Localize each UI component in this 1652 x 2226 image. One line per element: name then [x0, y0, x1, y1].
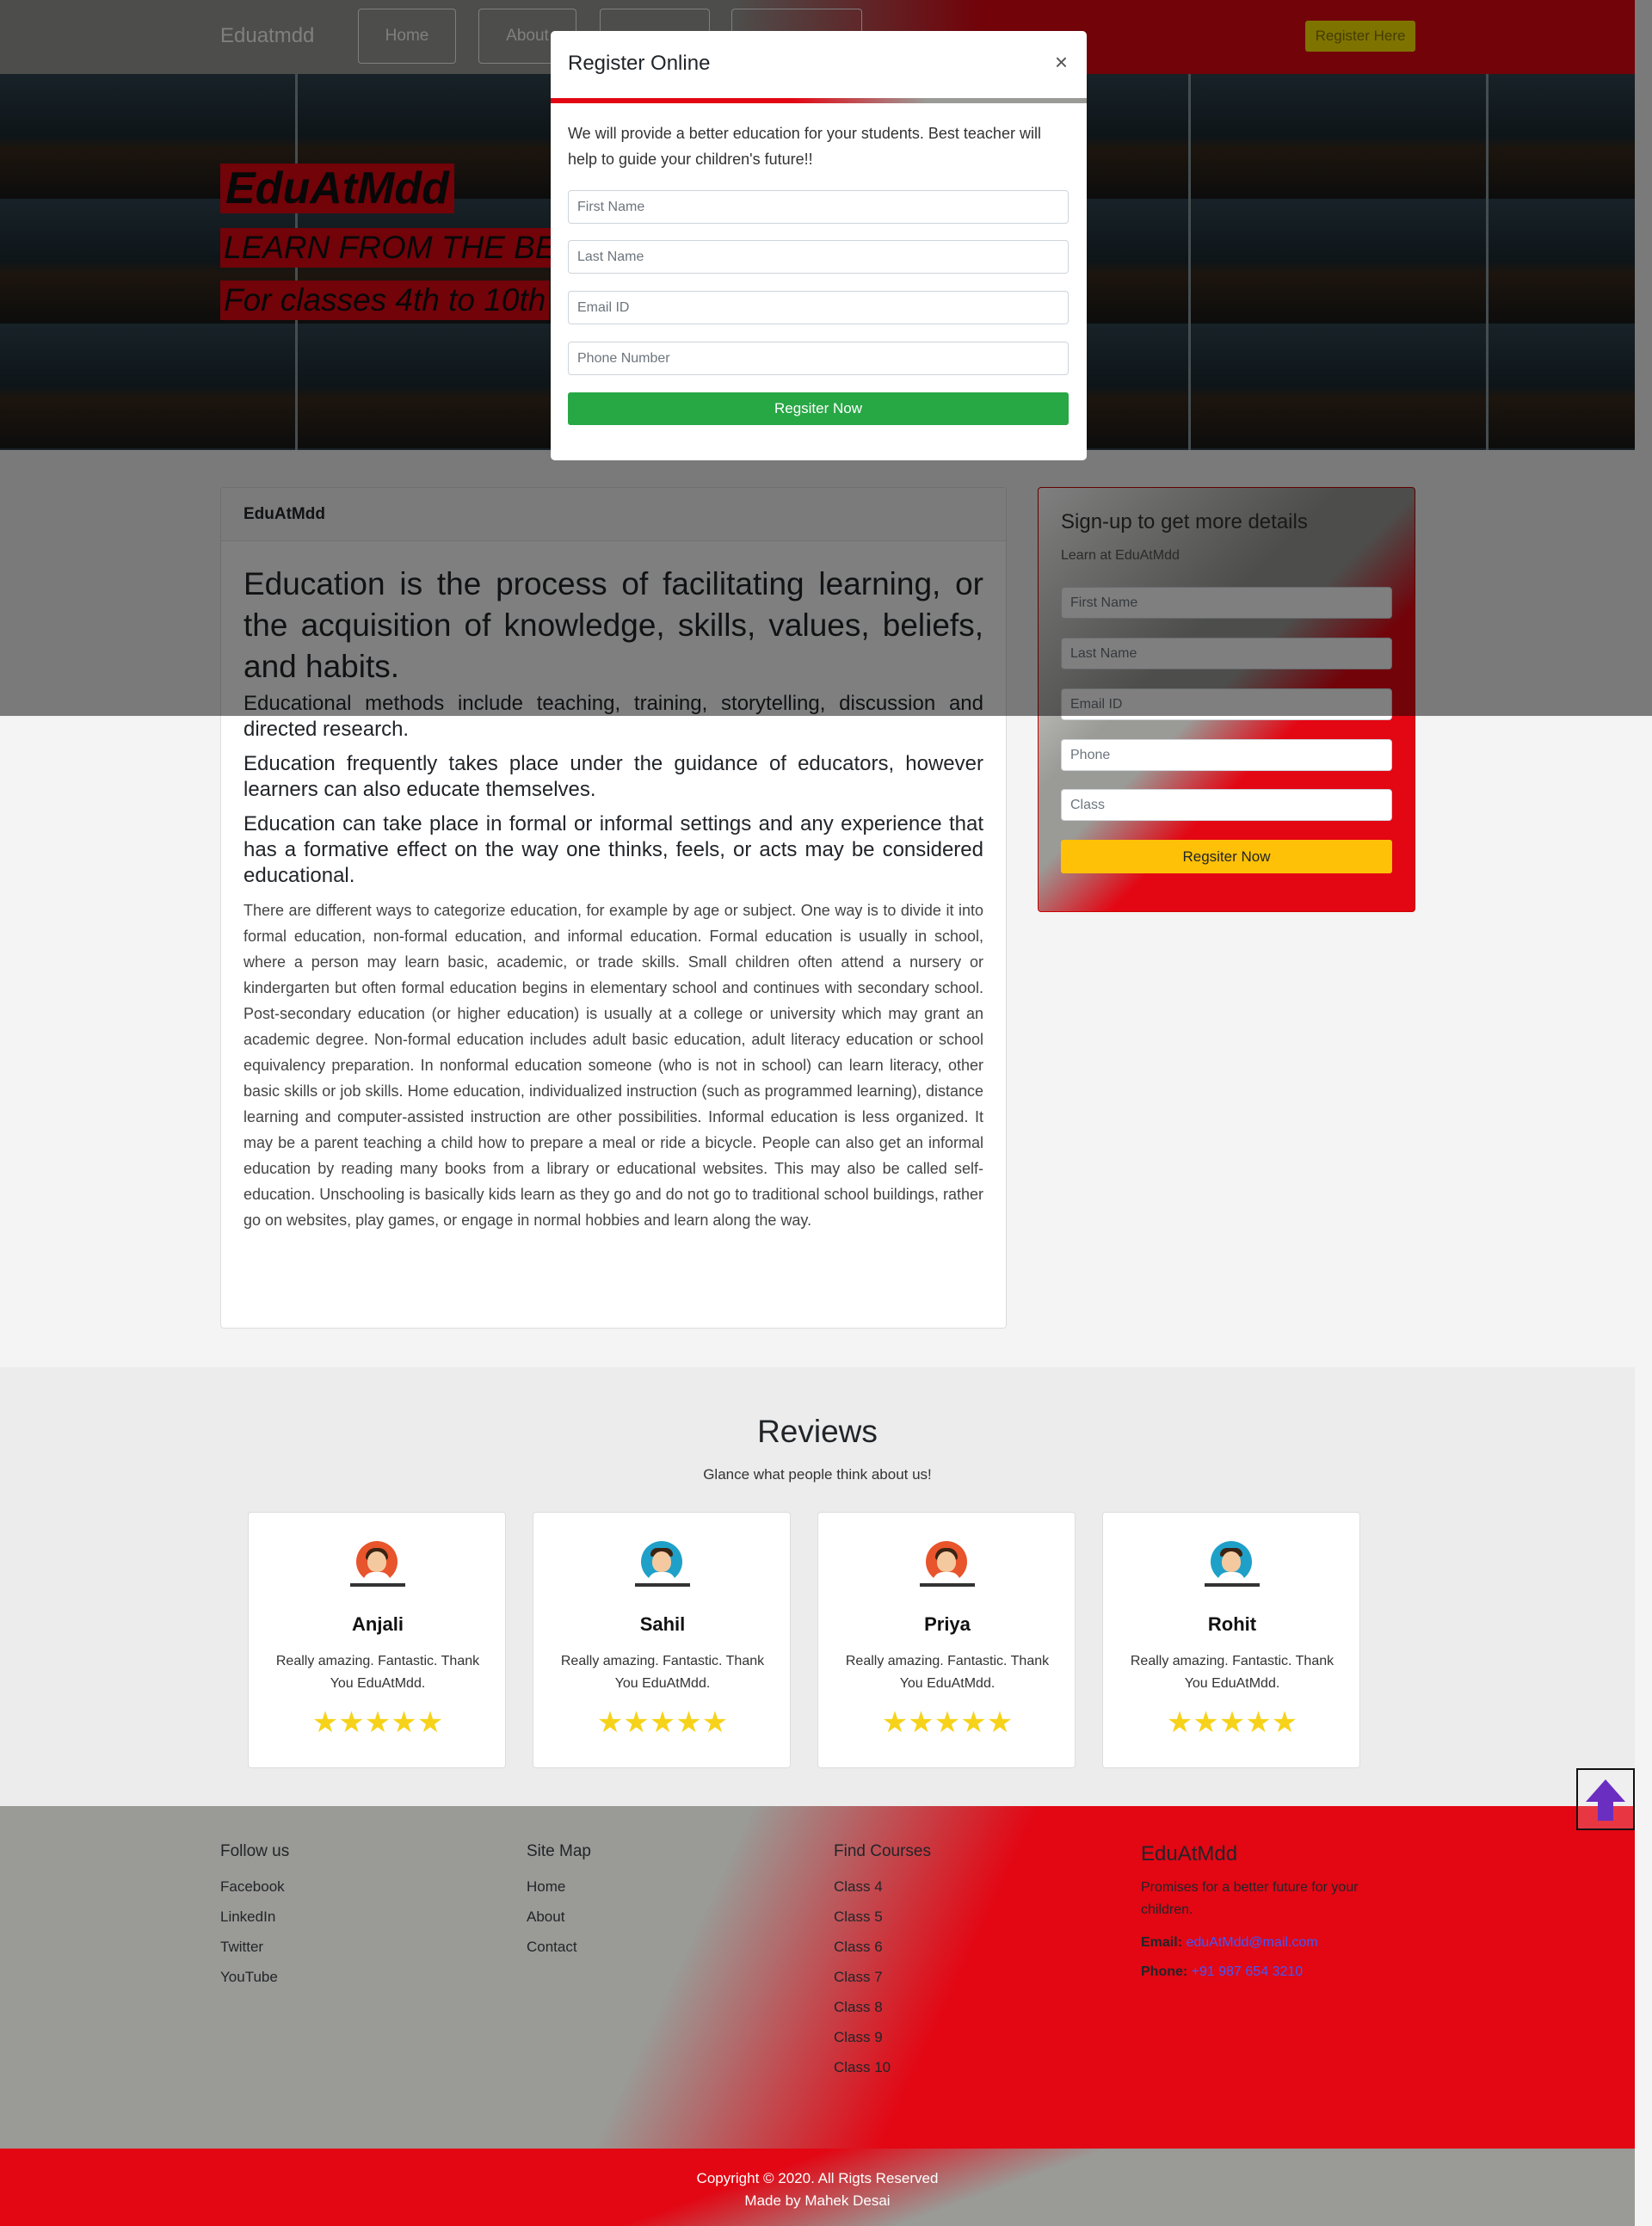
article-sub-3: Education can take place in formal or in…	[243, 812, 983, 887]
avatar-divider	[1205, 1583, 1260, 1587]
reviews-subtitle: Glance what people think about us!	[703, 1466, 932, 1483]
signup-register-button[interactable]: Regsiter Now	[1061, 840, 1392, 873]
footer-sitemap-title: Site Map	[527, 1842, 591, 1860]
reviewer-name: Priya	[924, 1613, 971, 1635]
footer-link-class-8[interactable]: Class 8	[834, 1992, 931, 2022]
footer-link-class-6[interactable]: Class 6	[834, 1932, 931, 1962]
footer-link-twitter[interactable]: Twitter	[220, 1932, 289, 1962]
star-rating-icon: ★★★★★	[881, 1706, 1014, 1739]
modal-divider	[551, 98, 1087, 103]
footer-link-class-5[interactable]: Class 5	[834, 1902, 931, 1932]
footer-phone-label: Phone:	[1141, 1964, 1188, 1979]
footer-phone-link[interactable]: +91 987 654 3210	[1192, 1964, 1303, 1979]
footer-link-class-10[interactable]: Class 10	[834, 2052, 931, 2082]
footer-brand: EduAtMdd	[1141, 1842, 1238, 1865]
review-text: Really amazing. Fantastic. Thank You Edu…	[1130, 1654, 1335, 1691]
review-text: Really amazing. Fantastic. Thank You Edu…	[845, 1654, 1050, 1691]
signup-phone-input[interactable]: Phone	[1061, 739, 1392, 771]
footer-email: Email: eduAtMdd@mail.com	[1141, 1935, 1399, 1951]
footer-courses-column: Find Courses Class 4 Class 5 Class 6 Cla…	[834, 1842, 931, 2082]
footer-link-class-4[interactable]: Class 4	[834, 1871, 931, 1902]
article-sub-2: Education frequently takes place under t…	[243, 752, 983, 801]
avatar-divider	[350, 1583, 405, 1587]
modal-register-button[interactable]: Regsiter Now	[568, 392, 1069, 425]
copyright-line: Copyright © 2020. All Rigts Reserved	[696, 2170, 939, 2186]
footer-link-home[interactable]: Home	[527, 1871, 591, 1902]
footer-phone: Phone: +91 987 654 3210	[1141, 1964, 1399, 1980]
modal-email-input[interactable]: Email ID	[568, 291, 1069, 324]
modal-title: Register Online	[568, 52, 711, 75]
review-text: Really amazing. Fantastic. Thank You Edu…	[275, 1654, 480, 1691]
footer-link-youtube[interactable]: YouTube	[220, 1962, 289, 1992]
footer-email-link[interactable]: eduAtMdd@mail.com	[1186, 1935, 1317, 1950]
footer-link-linkedin[interactable]: LinkedIn	[220, 1902, 289, 1932]
star-rating-icon: ★★★★★	[311, 1706, 444, 1739]
footer-link-class-9[interactable]: Class 9	[834, 2022, 931, 2052]
footer-sitemap-column: Site Map Home About Contact	[527, 1842, 591, 1962]
avatar-divider	[635, 1583, 690, 1587]
modal-first-name-input[interactable]: First Name	[568, 190, 1069, 224]
star-rating-icon: ★★★★★	[1166, 1706, 1298, 1739]
review-text: Really amazing. Fantastic. Thank You Edu…	[560, 1654, 765, 1691]
footer-follow-column: Follow us Facebook LinkedIn Twitter YouT…	[220, 1842, 289, 1992]
reviewer-name: Anjali	[352, 1613, 404, 1635]
footer-link-class-7[interactable]: Class 7	[834, 1962, 931, 1992]
modal-header: Register Online ×	[551, 31, 1087, 102]
footer-courses-title: Find Courses	[834, 1842, 931, 1860]
male-avatar-icon	[1211, 1541, 1252, 1582]
female-avatar-icon	[926, 1541, 967, 1582]
female-avatar-icon	[356, 1541, 398, 1582]
modal-description: We will provide a better education for y…	[568, 125, 1041, 168]
reviewer-name: Sahil	[639, 1613, 686, 1635]
footer-about-column: EduAtMdd Promises for a better future fo…	[1141, 1842, 1399, 1980]
modal-last-name-input[interactable]: Last Name	[568, 240, 1069, 274]
modal-phone-input[interactable]: Phone Number	[568, 342, 1069, 375]
footer: Follow us Facebook LinkedIn Twitter YouT…	[0, 1806, 1635, 2149]
copyright-bar: Copyright © 2020. All Rigts Reserved Mad…	[0, 2149, 1635, 2226]
review-card: Priya Really amazing. Fantastic. Thank Y…	[817, 1512, 1076, 1768]
review-card: Anjali Really amazing. Fantastic. Thank …	[248, 1512, 506, 1768]
scroll-to-top-button[interactable]	[1576, 1768, 1635, 1830]
footer-description: Promises for a better future for your ch…	[1141, 1880, 1359, 1917]
footer-link-about[interactable]: About	[527, 1902, 591, 1932]
arrow-up-icon	[1586, 1779, 1625, 1821]
made-by-line: Made by Mahek Desai	[744, 2192, 891, 2209]
close-icon[interactable]: ×	[1055, 50, 1068, 74]
review-card: Sahil Really amazing. Fantastic. Thank Y…	[533, 1512, 791, 1768]
footer-link-contact[interactable]: Contact	[527, 1932, 591, 1962]
copyright-text: Copyright © 2020. All Rigts Reserved Mad…	[0, 2167, 1635, 2212]
review-card: Rohit Really amazing. Fantastic. Thank Y…	[1102, 1512, 1360, 1768]
signup-class-input[interactable]: Class	[1061, 789, 1392, 821]
avatar-divider	[920, 1583, 975, 1587]
reviews-title: Reviews	[757, 1414, 878, 1449]
footer-email-label: Email:	[1141, 1935, 1183, 1950]
star-rating-icon: ★★★★★	[596, 1706, 729, 1739]
male-avatar-icon	[641, 1541, 682, 1582]
footer-link-facebook[interactable]: Facebook	[220, 1871, 289, 1902]
footer-follow-title: Follow us	[220, 1842, 290, 1860]
register-modal: Register Online × We will provide a bett…	[551, 31, 1087, 460]
reviews-section: Reviews Glance what people think about u…	[0, 1367, 1635, 1806]
reviewer-name: Rohit	[1207, 1613, 1257, 1635]
article-paragraph: There are different ways to categorize e…	[243, 902, 983, 1229]
